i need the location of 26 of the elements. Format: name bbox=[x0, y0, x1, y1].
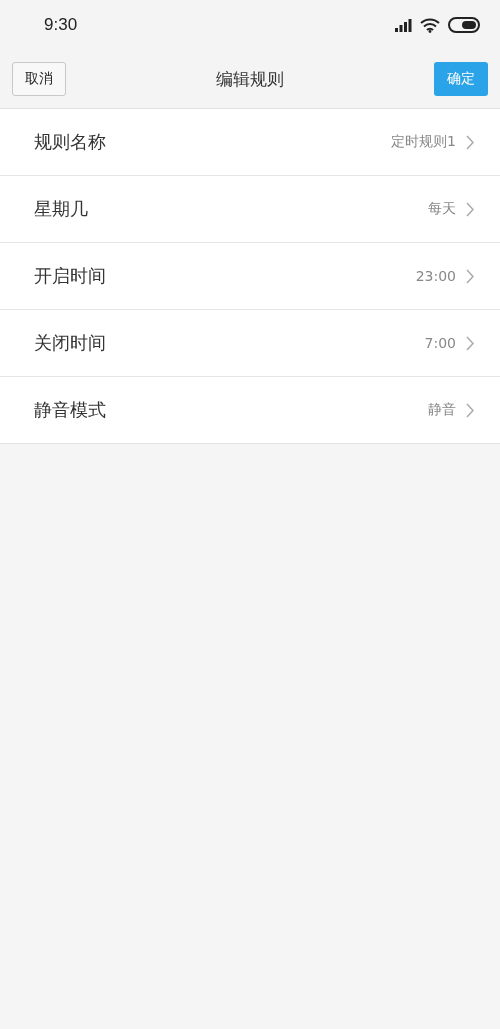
row-value: 静音 bbox=[428, 401, 456, 419]
row-value: 23:00 bbox=[415, 268, 456, 284]
row-label: 静音模式 bbox=[34, 398, 107, 422]
chevron-icon bbox=[466, 402, 474, 418]
settings-row[interactable]: 关闭时间 7:00 bbox=[0, 310, 500, 377]
chevron-icon bbox=[466, 134, 474, 150]
row-value: 每天 bbox=[428, 200, 456, 218]
row-label: 开启时间 bbox=[34, 264, 107, 288]
row-value: 定时规则1 bbox=[391, 133, 456, 151]
battery-icon bbox=[448, 17, 480, 33]
settings-row[interactable]: 开启时间 23:00 bbox=[0, 243, 500, 310]
row-label: 星期几 bbox=[34, 197, 89, 221]
chevron-icon bbox=[466, 201, 474, 217]
row-value: 7:00 bbox=[424, 335, 456, 351]
status-time: 9:30 bbox=[44, 15, 78, 35]
settings-row[interactable]: 规则名称 定时规则1 bbox=[0, 109, 500, 176]
page-title: 编辑规则 bbox=[216, 67, 284, 91]
settings-row[interactable]: 星期几 每天 bbox=[0, 176, 500, 243]
row-label: 规则名称 bbox=[34, 130, 107, 154]
cancel-button[interactable]: 取消 bbox=[12, 62, 66, 96]
chevron-icon bbox=[466, 268, 474, 284]
settings-row[interactable]: 静音模式 静音 bbox=[0, 377, 500, 443]
wifi-icon bbox=[420, 17, 440, 33]
row-label: 关闭时间 bbox=[34, 331, 107, 355]
chevron-icon bbox=[466, 335, 474, 351]
signal-icon bbox=[395, 18, 412, 32]
